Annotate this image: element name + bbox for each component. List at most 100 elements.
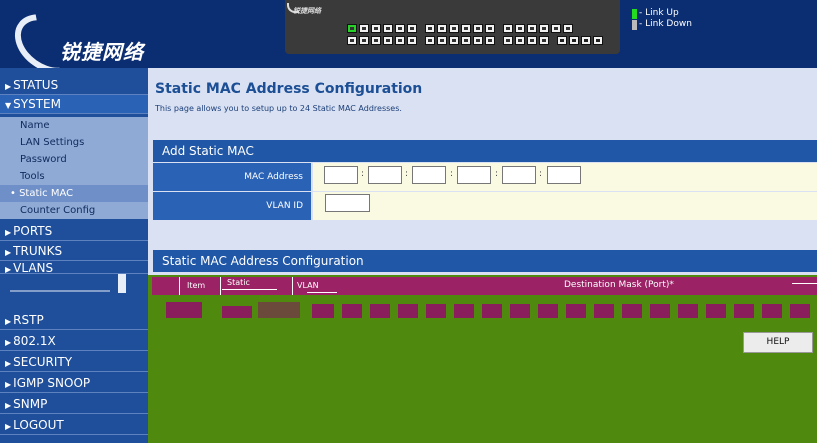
- triangle-right-icon: ▶: [5, 248, 12, 257]
- vlan-id-cell: [313, 192, 817, 220]
- row-cell: [454, 304, 474, 318]
- colon-separator: :: [539, 169, 543, 179]
- row-cell: [538, 304, 558, 318]
- triangle-down-icon: ▼: [5, 101, 12, 110]
- render-artifact: [222, 289, 277, 290]
- menu-802-1x[interactable]: ▶ 802.1X: [0, 332, 148, 351]
- triangle-right-icon: ▶: [5, 380, 12, 389]
- port-icon: [371, 36, 381, 45]
- sfp-port-icon: [581, 36, 591, 45]
- menu-label: LOGOUT: [13, 418, 64, 432]
- row-cell: [258, 302, 300, 318]
- table-row: [152, 296, 817, 320]
- port-icon: [473, 24, 483, 33]
- port-icon: [347, 36, 357, 45]
- port-icon: [539, 24, 549, 33]
- render-artifact: [118, 274, 126, 293]
- menu-security[interactable]: ▶ SECURITY: [0, 353, 148, 372]
- colon-separator: :: [450, 169, 454, 179]
- colon-separator: :: [495, 169, 499, 179]
- row-cell: [762, 304, 782, 318]
- menu-label: STATUS: [13, 78, 59, 92]
- port-icon: [347, 24, 357, 33]
- menu-snmp[interactable]: ▶ SNMP: [0, 395, 148, 414]
- port-icon: [527, 36, 537, 45]
- ruijie-logo: 锐捷网络: [3, 2, 180, 86]
- menu-logout[interactable]: ▶ LOGOUT: [0, 416, 148, 435]
- port-icon: [539, 36, 549, 45]
- switch-brand: 锐捷网络: [293, 7, 321, 15]
- vlan-id-label: VLAN ID: [153, 192, 311, 220]
- sfp-port-icon: [569, 36, 579, 45]
- page-title: Static MAC Address Configuration: [155, 81, 423, 97]
- mac-octet-3-input[interactable]: [412, 166, 446, 184]
- menu-label: TRUNKS: [13, 244, 63, 258]
- config-table-header: Static MAC Address Configuration: [153, 250, 817, 272]
- table-header-row: Item Static VLAN Destination Mask (Port)…: [152, 277, 817, 295]
- port-icon: [485, 24, 495, 33]
- port-icon: [383, 24, 393, 33]
- row-cell: [706, 304, 726, 318]
- port-icon: [461, 36, 471, 45]
- menu-ports[interactable]: ▶ PORTS: [0, 222, 148, 241]
- port-icon: [395, 36, 405, 45]
- menu-system[interactable]: ▼ SYSTEM: [0, 95, 148, 114]
- colon-separator: :: [361, 169, 365, 179]
- menu-label: RSTP: [13, 313, 44, 327]
- legend-label: - Link Up: [639, 8, 679, 18]
- row-cell: [594, 304, 614, 318]
- sidebar-item-name[interactable]: Name: [0, 117, 148, 134]
- vlan-id-input[interactable]: [325, 194, 370, 212]
- port-icon: [503, 36, 513, 45]
- sidebar-item-static-mac[interactable]: • Static MAC: [0, 185, 148, 202]
- render-artifact: [292, 277, 293, 295]
- mac-octet-6-input[interactable]: [547, 166, 581, 184]
- menu-status[interactable]: ▶ STATUS: [0, 76, 148, 95]
- render-artifact: [10, 290, 110, 292]
- port-icon: [371, 24, 381, 33]
- menu-igmp-snoop[interactable]: ▶ IGMP SNOOP: [0, 374, 148, 393]
- render-artifact: [179, 277, 180, 295]
- menu-label: PORTS: [13, 224, 53, 238]
- legend-link-down: - Link Down: [632, 19, 692, 30]
- port-icon: [425, 24, 435, 33]
- sidebar-item-lan-settings[interactable]: LAN Settings: [0, 134, 148, 151]
- link-legend: - Link Up - Link Down: [632, 8, 692, 30]
- menu-label: SECURITY: [13, 355, 73, 369]
- triangle-right-icon: ▶: [5, 401, 12, 410]
- port-icon: [449, 24, 459, 33]
- menu-rstp[interactable]: ▶ RSTP: [0, 311, 148, 330]
- row-cell: [222, 306, 252, 318]
- port-icon: [407, 36, 417, 45]
- link-up-swatch-icon: [632, 8, 637, 19]
- help-button[interactable]: HELP: [743, 332, 813, 353]
- menu-label: SYSTEM: [13, 97, 61, 111]
- port-row-top: [347, 24, 573, 33]
- link-down-swatch-icon: [632, 19, 637, 30]
- menu-label: 802.1X: [13, 334, 56, 348]
- mac-octet-4-input[interactable]: [457, 166, 491, 184]
- port-icon: [461, 24, 471, 33]
- port-icon: [425, 36, 435, 45]
- row-cell: [790, 304, 810, 318]
- row-cell: [650, 304, 670, 318]
- port-icon: [563, 24, 573, 33]
- menu-vlans[interactable]: ▶ VLANS: [0, 262, 148, 274]
- row-cell: [734, 304, 754, 318]
- mac-octet-5-input[interactable]: [502, 166, 536, 184]
- menu-trunks[interactable]: ▶ TRUNKS: [0, 242, 148, 261]
- sidebar-item-counter-config[interactable]: Counter Config: [0, 202, 148, 219]
- menu-label: IGMP SNOOP: [13, 376, 91, 390]
- menu-label: SNMP: [13, 397, 48, 411]
- mac-octet-2-input[interactable]: [368, 166, 402, 184]
- sidebar-item-password[interactable]: Password: [0, 151, 148, 168]
- row-cell: [622, 304, 642, 318]
- render-artifact: [220, 277, 221, 295]
- row-cell: [482, 304, 502, 318]
- mac-octet-1-input[interactable]: [324, 166, 358, 184]
- sidebar-item-tools[interactable]: Tools: [0, 168, 148, 185]
- sfp-port-icon: [557, 36, 567, 45]
- triangle-right-icon: ▶: [5, 359, 12, 368]
- port-row-bottom: [347, 36, 603, 45]
- mac-address-label: MAC Address: [153, 163, 311, 191]
